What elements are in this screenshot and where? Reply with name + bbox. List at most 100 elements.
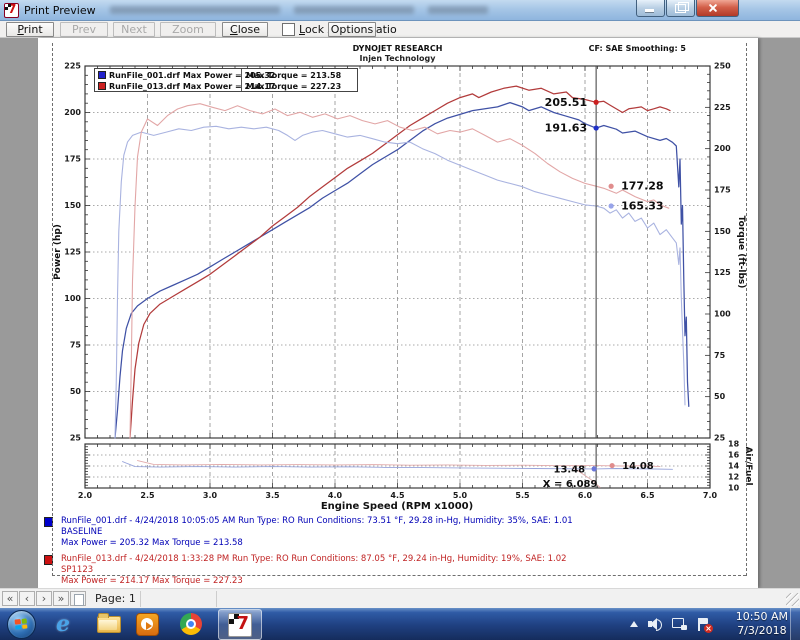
zoom-out-button[interactable]: Zoom Out <box>160 22 216 37</box>
toolbar: Print Prev Next Zoom Out Close Lock Aspe… <box>0 21 800 38</box>
svg-text:175: 175 <box>714 186 731 195</box>
report-page: DYNOJET RESEARCH Injen Technology CF: SA… <box>38 38 758 588</box>
start-button[interactable] <box>7 610 36 639</box>
options-button[interactable]: Options <box>328 22 376 37</box>
close-button[interactable]: Close <box>222 22 268 37</box>
first-page-button[interactable]: « <box>2 591 18 606</box>
statusbar-divider <box>216 591 217 607</box>
run1-legend-marker <box>98 71 106 79</box>
internet-explorer-icon[interactable]: e <box>48 611 78 637</box>
svg-text:50: 50 <box>714 392 726 401</box>
run1-max-values: Max Power = 205.32 Max Torque = 213.58 <box>61 538 573 549</box>
svg-text:2.0: 2.0 <box>78 491 93 500</box>
action-center-flag-icon[interactable]: × <box>697 618 710 631</box>
run2-max-values: Max Power = 214.17 Max Torque = 227.23 <box>61 576 567 587</box>
svg-text:200: 200 <box>714 144 731 153</box>
close-window-button[interactable] <box>696 0 739 17</box>
svg-text:100: 100 <box>714 310 731 319</box>
svg-text:250: 250 <box>714 62 731 71</box>
legend-row: RunFile_013.drf Max Power = 214.17 Max T… <box>95 80 357 91</box>
window-controls <box>636 0 740 17</box>
file-explorer-icon[interactable] <box>94 611 124 637</box>
svg-text:5.0: 5.0 <box>453 491 468 500</box>
run2-legend-marker <box>98 82 106 90</box>
dynojet-app-icon <box>228 613 252 637</box>
power-axis-title: Power (hp) <box>53 224 63 280</box>
svg-text:75: 75 <box>714 351 726 360</box>
chrome-logo-icon <box>180 613 202 635</box>
next-page-button[interactable]: › <box>36 591 52 606</box>
last-page-button[interactable]: » <box>53 591 69 606</box>
svg-text:150: 150 <box>64 201 81 210</box>
svg-text:6.0: 6.0 <box>578 491 593 500</box>
svg-text:225: 225 <box>714 103 731 112</box>
print-button[interactable]: Print <box>6 22 54 37</box>
svg-text:X = 6.089: X = 6.089 <box>543 479 598 490</box>
restore-button[interactable] <box>666 0 695 17</box>
svg-text:177.28: 177.28 <box>621 180 663 193</box>
prev-page-button[interactable]: ‹ <box>19 591 35 606</box>
chrome-icon[interactable] <box>176 611 206 637</box>
prev-button[interactable]: Prev <box>60 22 108 37</box>
dynojet-winpep-task-button[interactable] <box>218 609 262 640</box>
svg-text:25: 25 <box>70 434 82 443</box>
page-setup-button[interactable] <box>70 591 86 606</box>
svg-text:4.0: 4.0 <box>328 491 343 500</box>
run1-max-torque: Max Torque = 213.58 <box>246 71 341 80</box>
lock-aspect-ratio-checkbox[interactable] <box>282 23 295 36</box>
run2-file: RunFile_013.drf <box>109 82 180 91</box>
network-icon[interactable] <box>672 618 687 630</box>
svg-text:165.33: 165.33 <box>621 199 663 212</box>
system-tray: × <box>630 608 710 640</box>
svg-text:16: 16 <box>728 451 740 460</box>
svg-text:225: 225 <box>64 62 81 71</box>
svg-text:18: 18 <box>728 440 740 449</box>
next-button[interactable]: Next <box>113 22 155 37</box>
x-axis-title: Engine Speed (RPM x1000) <box>321 501 473 512</box>
print-preview-window: Print Preview Print Prev Next Zoom Out C… <box>0 0 800 640</box>
window-title: Print Preview <box>24 4 96 17</box>
dyno-chart: Power (hp) Torque (ft-lbs) Air/Fuel Engi… <box>38 38 758 588</box>
windows-flag-icon <box>15 618 28 629</box>
svg-text:25: 25 <box>714 434 726 443</box>
title-bar: Print Preview <box>0 0 800 21</box>
chart-legend: RunFile_001.drf Max Power = 205.32 Max T… <box>94 68 358 92</box>
redacted-title-text <box>294 6 414 14</box>
svg-text:7.0: 7.0 <box>703 491 718 500</box>
tray-expand-icon[interactable] <box>630 621 638 627</box>
status-bar: « ‹ › » Page: 1 <box>0 588 800 609</box>
svg-text:6.5: 6.5 <box>640 491 655 500</box>
resize-grip[interactable] <box>786 593 799 606</box>
minimize-button[interactable] <box>636 0 665 17</box>
svg-text:3.5: 3.5 <box>265 491 280 500</box>
torque-axis-title: Torque (ft-lbs) <box>736 216 746 289</box>
bottom-margin-guide <box>52 575 746 576</box>
svg-text:5.5: 5.5 <box>515 491 530 500</box>
redacted-title-text <box>110 6 280 14</box>
clock-time: 10:50 AM <box>736 610 788 624</box>
svg-text:205.51: 205.51 <box>545 96 587 109</box>
svg-text:50: 50 <box>70 387 82 396</box>
legend-row: RunFile_001.drf Max Power = 205.32 Max T… <box>95 69 357 80</box>
preview-area: DYNOJET RESEARCH Injen Technology CF: SA… <box>0 38 800 588</box>
restore-icon <box>675 4 686 13</box>
svg-text:14.08: 14.08 <box>622 461 654 472</box>
svg-text:200: 200 <box>64 108 81 117</box>
show-desktop-button[interactable] <box>790 608 800 640</box>
legend-divider <box>241 69 242 91</box>
page-number-label: Page: 1 <box>95 592 136 605</box>
statusbar-divider <box>140 591 141 607</box>
minimize-icon <box>645 9 654 12</box>
volume-icon[interactable] <box>648 618 662 630</box>
svg-text:125: 125 <box>64 248 81 257</box>
right-margin-guide <box>746 43 747 576</box>
document-icon <box>74 594 84 606</box>
media-player-icon[interactable] <box>132 611 162 637</box>
svg-text:4.5: 4.5 <box>390 491 405 500</box>
run2-details: RunFile_013.drf - 4/24/2018 1:33:28 PM R… <box>44 554 573 587</box>
taskbar-clock[interactable]: 10:50 AM 7/3/2018 <box>736 610 788 638</box>
svg-text:150: 150 <box>714 227 731 236</box>
run2-max-torque: Max Torque = 227.23 <box>246 82 341 91</box>
svg-text:191.63: 191.63 <box>545 122 587 135</box>
folder-icon <box>97 616 121 633</box>
